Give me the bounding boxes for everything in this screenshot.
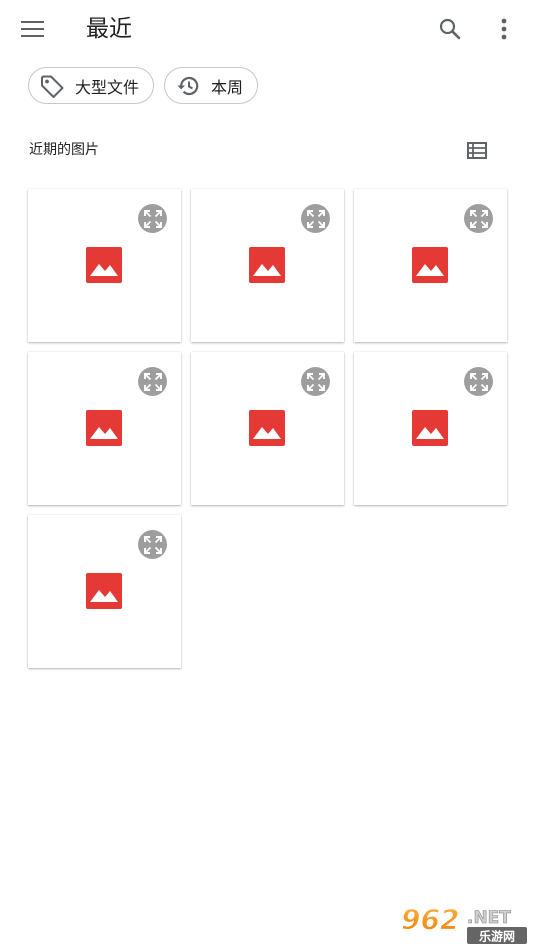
fullscreen-icon	[306, 372, 325, 391]
image-tile[interactable]	[28, 352, 181, 505]
image-icon	[249, 247, 285, 283]
view-toggle-button[interactable]	[465, 138, 489, 162]
fullscreen-icon	[143, 209, 162, 228]
app-bar: 最近	[0, 0, 535, 58]
chip-this-week-label: 本周	[211, 77, 244, 97]
more-options-button[interactable]	[490, 12, 518, 46]
image-icon	[412, 410, 448, 446]
watermark-domain: .NET	[467, 908, 511, 928]
expand-button[interactable]	[138, 204, 167, 233]
page-title: 最近	[86, 16, 132, 42]
menu-icon	[21, 21, 44, 37]
watermark-site-name: 乐游网	[479, 929, 515, 944]
image-tile[interactable]	[191, 352, 344, 505]
fullscreen-icon	[143, 535, 162, 554]
chip-large-files[interactable]: 大型文件	[28, 67, 155, 104]
image-icon	[86, 247, 122, 283]
list-view-icon	[467, 141, 487, 159]
expand-button[interactable]	[301, 367, 330, 396]
recent-screen: 最近 大型文件 本周 近期的图片 962 .NET 乐游网	[0, 0, 535, 951]
expand-button[interactable]	[464, 367, 493, 396]
fullscreen-icon	[469, 372, 488, 391]
image-tile[interactable]	[354, 189, 507, 342]
chip-this-week[interactable]: 本周	[164, 67, 259, 104]
section-title: 近期的图片	[29, 142, 99, 158]
filter-chips: 大型文件 本周	[28, 67, 259, 104]
search-button[interactable]	[434, 12, 466, 46]
expand-button[interactable]	[464, 204, 493, 233]
more-vert-icon	[501, 18, 507, 40]
image-icon	[86, 573, 122, 609]
image-tile[interactable]	[28, 189, 181, 342]
history-icon	[177, 76, 199, 95]
image-icon	[249, 410, 285, 446]
image-icon	[86, 410, 122, 446]
expand-button[interactable]	[301, 204, 330, 233]
expand-button[interactable]	[138, 530, 167, 559]
fullscreen-icon	[469, 209, 488, 228]
watermark-logo: 962 .NET 乐游网	[401, 903, 527, 944]
image-tile[interactable]	[191, 189, 344, 342]
fullscreen-icon	[306, 209, 325, 228]
image-tile[interactable]	[28, 515, 181, 668]
image-icon	[412, 247, 448, 283]
chip-large-files-label: 大型文件	[75, 77, 140, 97]
image-tile[interactable]	[354, 352, 507, 505]
search-icon	[439, 18, 461, 40]
expand-button[interactable]	[138, 367, 167, 396]
label-tag-icon	[41, 75, 64, 98]
fullscreen-icon	[143, 372, 162, 391]
menu-button[interactable]	[16, 12, 50, 46]
watermark-number: 962	[401, 903, 459, 936]
